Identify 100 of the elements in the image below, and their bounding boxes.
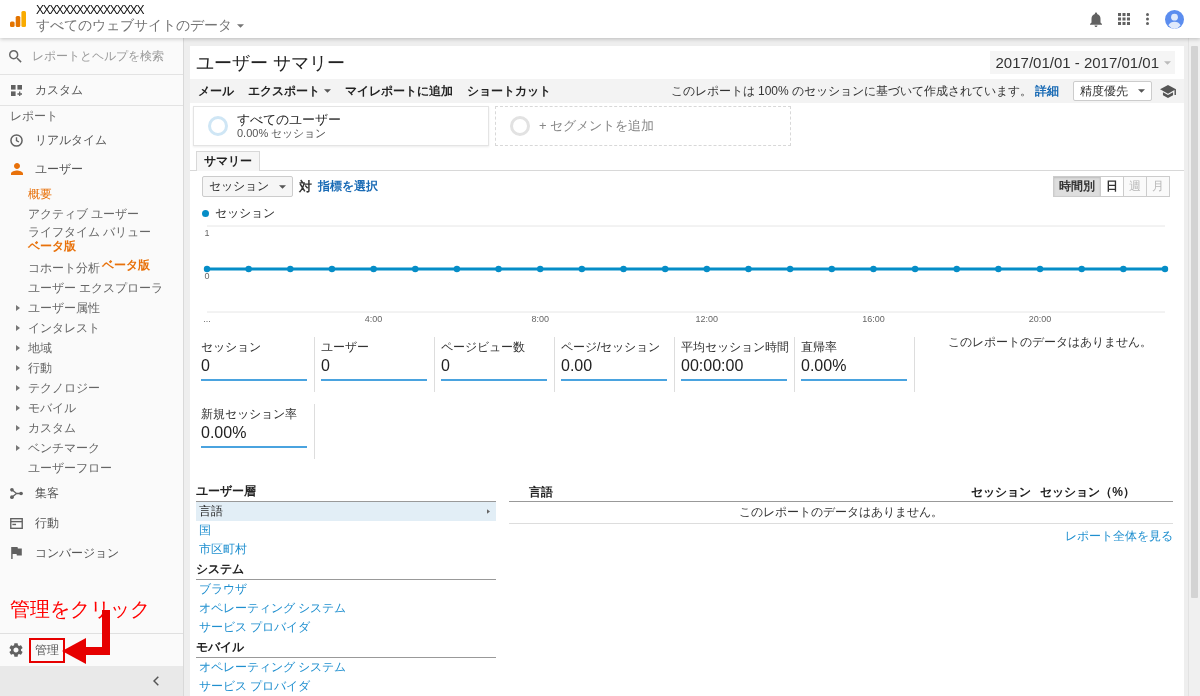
nav-item[interactable]: 集客 [0, 478, 183, 508]
nav-subitem[interactable]: ベンチマーク [0, 438, 183, 458]
nav-subitem[interactable]: アクティブ ユーザー [0, 204, 183, 224]
axis-label: ... [203, 314, 211, 324]
data-point [203, 265, 211, 273]
data-point [412, 265, 419, 273]
metric-value: 0 [321, 356, 331, 375]
nav-subitem[interactable]: インタレスト [0, 318, 183, 338]
beta-label: ベータ版 [28, 238, 76, 255]
dimension-link[interactable]: 言語 [196, 502, 496, 521]
bell-icon[interactable] [1090, 11, 1102, 27]
caret-down-icon [279, 184, 286, 189]
caret-right-icon[interactable] [16, 365, 20, 371]
dimension-link[interactable]: 国 [196, 521, 496, 540]
caret-right-icon[interactable] [16, 345, 20, 351]
search-field[interactable]: レポートとヘルプを検索 [32, 49, 177, 63]
metric-dropdown[interactable]: セッション [202, 176, 293, 197]
admin-link[interactable]: 管理 [29, 637, 65, 663]
more-vert-icon[interactable] [1146, 13, 1149, 25]
metric-label: ページ/セッション [561, 340, 662, 354]
segment-name: すべてのユーザー [237, 112, 341, 127]
avatar-icon[interactable] [1165, 9, 1184, 29]
metric-value: 0.00% [801, 356, 848, 375]
metric-label: 直帰率 [801, 340, 838, 354]
settings-icon[interactable] [9, 643, 23, 657]
axis-label: 12:00 [695, 314, 719, 324]
scrollbar-thumb[interactable] [1191, 46, 1198, 598]
beta-label: ベータ版 [102, 256, 150, 274]
nav-item[interactable]: カスタム [0, 75, 183, 106]
apps-grid-icon[interactable] [1118, 13, 1130, 25]
dimension-link[interactable]: ブラウザ [196, 580, 496, 599]
nav-item[interactable]: ユーザー [0, 154, 183, 184]
toolbar-action[interactable]: エクスポート [248, 82, 331, 100]
precision-dropdown[interactable]: 精度優先 [1073, 81, 1152, 101]
versus-label: 対 [299, 177, 312, 196]
date-range-picker[interactable]: 2017/01/01 - 2017/01/01 [989, 51, 1175, 74]
toolbar-action[interactable]: ショートカット [467, 82, 551, 100]
caret-down-icon [324, 89, 331, 93]
nav-subitem[interactable]: コホート分析 ベータ版 [0, 258, 183, 278]
nav-item[interactable]: コンバージョン [0, 538, 183, 568]
data-point [1036, 265, 1044, 273]
nav-subitem[interactable]: モバイル [0, 398, 183, 418]
data-point [1161, 265, 1169, 273]
ring-icon [208, 116, 228, 136]
dimension-link[interactable]: オペレーティング システム [196, 599, 496, 618]
nav-subitem[interactable]: 行動 [0, 358, 183, 378]
nav-item[interactable]: リアルタイム [0, 126, 183, 154]
dimension-link[interactable]: サービス プロバイダ [196, 618, 496, 637]
caret-right-icon[interactable] [16, 305, 20, 311]
column-header: セッション（%） [1039, 483, 1135, 501]
data-point [328, 265, 336, 273]
nav-subitem[interactable]: ライフタイム バリュー ベータ版 [0, 224, 183, 258]
data-point [287, 265, 294, 273]
full-report-link[interactable]: レポート全体を見る [1065, 528, 1173, 545]
dimension-link[interactable]: 市区町村 [196, 540, 496, 559]
caret-right-icon[interactable] [16, 405, 20, 411]
dimension-link[interactable]: サービス プロバイダ [196, 677, 496, 696]
data-point [537, 265, 544, 273]
nav-subitem[interactable]: カスタム [0, 418, 183, 438]
group-heading: システム [196, 559, 496, 580]
axis-label: 1 [204, 228, 210, 238]
ring-icon [510, 116, 530, 136]
granularity-button[interactable]: 時間別 [1053, 176, 1101, 197]
nav-subitem[interactable]: ユーザーフロー [0, 458, 183, 478]
metric-label: ユーザー [321, 340, 370, 354]
metric-select-link[interactable]: 指標を選択 [318, 178, 378, 195]
caret-down-icon [237, 23, 244, 28]
data-point [1120, 265, 1127, 273]
caret-right-icon[interactable] [16, 325, 20, 331]
data-point [578, 265, 586, 273]
nav-subitem[interactable]: ユーザー属性 [0, 298, 183, 318]
metric-label: ページビュー数 [441, 340, 526, 354]
toolbar-action[interactable]: マイレポートに追加 [345, 82, 453, 100]
no-data-message: このレポートのデータはありません。 [947, 334, 1152, 351]
nav-subitem[interactable]: ユーザー エクスプローラ [0, 278, 183, 298]
tab[interactable]: サマリー [196, 151, 260, 171]
metric-label: 平均セッション時間 [681, 340, 790, 354]
add-segment-button[interactable]: + セグメントを追加 [495, 106, 791, 146]
caret-right-icon[interactable] [16, 425, 20, 431]
caret-right-icon[interactable] [16, 445, 20, 451]
caret-down-icon [1164, 60, 1171, 65]
account-name: XXXXXXXXXXXXXXXX [36, 4, 145, 17]
data-point [703, 265, 711, 273]
data-point [1078, 265, 1085, 273]
data-point [828, 265, 835, 273]
caret-right-icon[interactable] [16, 385, 20, 391]
toolbar-action[interactable]: メール [198, 82, 234, 100]
data-point [661, 265, 669, 273]
dimension-link[interactable]: オペレーティング システム [196, 658, 496, 677]
nav-item[interactable]: 行動 [0, 508, 183, 538]
details-link[interactable]: 詳細 [1035, 82, 1059, 100]
nav-subitem[interactable]: 地域 [0, 338, 183, 358]
nav-subitem[interactable]: 概要 [0, 184, 183, 204]
data-point [911, 265, 919, 273]
segment-card[interactable]: すべてのユーザー 0.00% セッション [193, 106, 489, 146]
view-selector[interactable]: すべてのウェブサイトのデータ [36, 17, 244, 34]
graduation-cap-icon[interactable] [1160, 84, 1176, 98]
nav-subitem[interactable]: テクノロジー [0, 378, 183, 398]
data-point [370, 265, 377, 273]
granularity-button[interactable]: 日 [1100, 176, 1124, 197]
